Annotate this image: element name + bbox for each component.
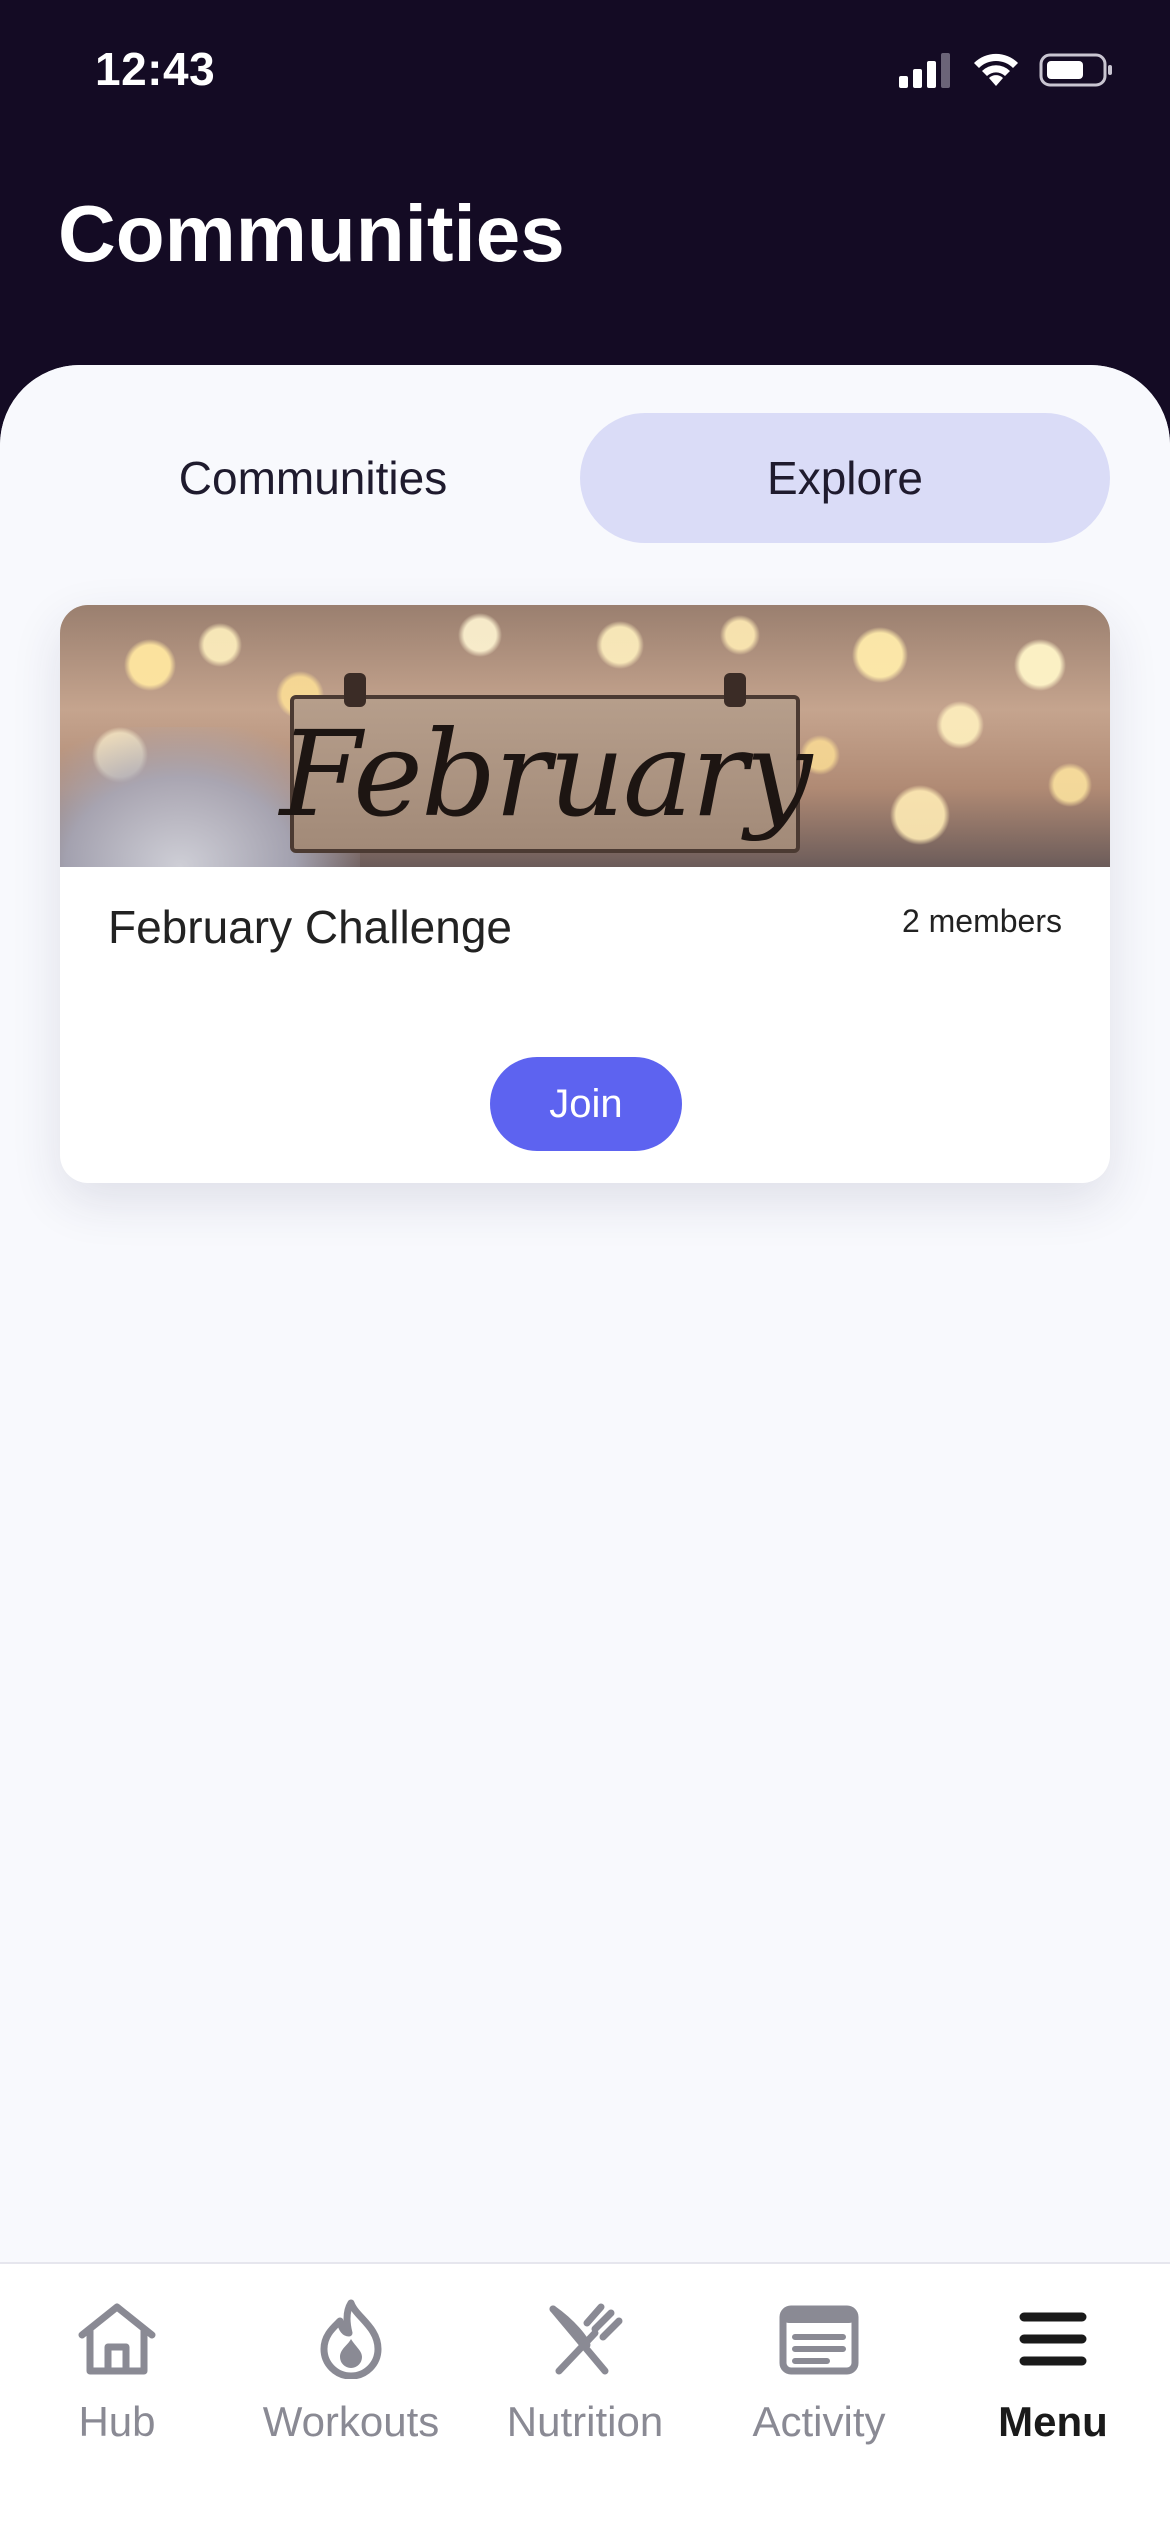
nav-label-workouts: Workouts: [262, 2398, 440, 2445]
nav-item-menu[interactable]: Menu: [936, 2294, 1170, 2464]
community-title: February Challenge: [108, 901, 513, 953]
nav-item-hub[interactable]: Hub: [0, 2294, 234, 2464]
flame-icon: [306, 2294, 396, 2384]
activity-feed-icon: [774, 2294, 864, 2384]
tab-explore[interactable]: Explore: [580, 413, 1110, 543]
hamburger-menu-icon: [1008, 2294, 1098, 2384]
bottom-nav: Hub Workouts Nutrition Activity Menu: [0, 2262, 1170, 2532]
page-title: Communities: [58, 189, 565, 278]
nav-label-hub: Hub: [78, 2398, 156, 2445]
battery-icon: [1039, 53, 1112, 87]
status-time: 12:43: [95, 43, 216, 95]
member-count: 2 members: [901, 903, 1062, 939]
tab-communities[interactable]: Communities: [48, 413, 578, 543]
status-icons: [899, 52, 1115, 88]
nav-label-menu: Menu: [998, 2398, 1108, 2445]
sign-pin: [344, 673, 366, 707]
community-cover-image: February: [60, 605, 1110, 867]
sign-pin: [724, 673, 746, 707]
nav-item-activity[interactable]: Activity: [702, 2294, 936, 2464]
nav-label-activity: Activity: [752, 2398, 886, 2445]
cellular-signal-icon: [899, 53, 950, 88]
nav-item-nutrition[interactable]: Nutrition: [468, 2294, 702, 2464]
communities-screen: 12:43 Communities Communities Explore Fe…: [0, 0, 1170, 2532]
sign-text: February: [279, 705, 813, 843]
segmented-tabs: Communities Explore: [0, 365, 1170, 605]
nav-item-workouts[interactable]: Workouts: [234, 2294, 468, 2464]
february-sign: February: [280, 673, 812, 853]
status-bar: 12:43: [0, 0, 1170, 150]
wifi-icon: [974, 53, 1018, 86]
join-button[interactable]: Join: [490, 1057, 682, 1151]
content-sheet: Communities Explore February February Ch…: [0, 365, 1170, 2265]
community-card[interactable]: February February Challenge 2 members Jo…: [60, 605, 1110, 1183]
fork-knife-icon: [540, 2294, 630, 2384]
nav-label-nutrition: Nutrition: [506, 2398, 664, 2445]
home-icon: [72, 2294, 162, 2384]
